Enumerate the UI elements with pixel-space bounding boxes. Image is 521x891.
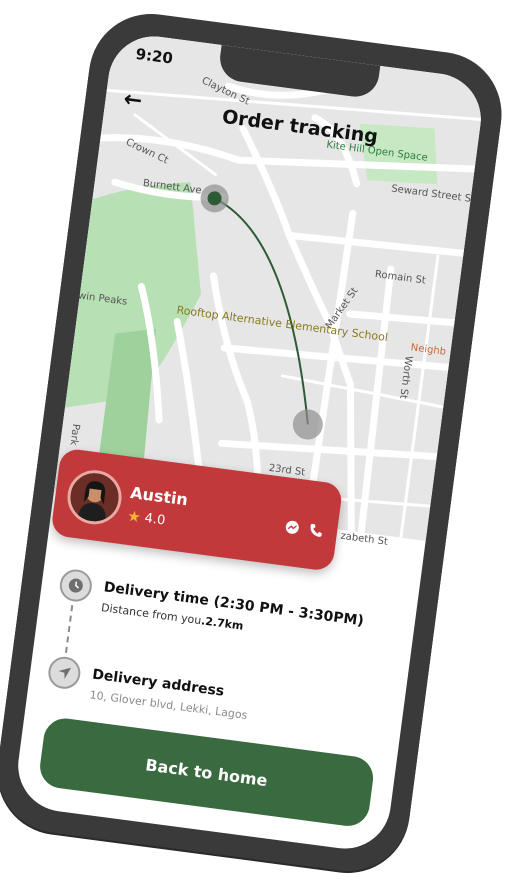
phone-frame: 9:20 ← Order tracking Clayton St Kite Hi…	[0, 6, 510, 879]
timeline-connector	[64, 605, 74, 653]
map-label-ks: ks	[58, 356, 71, 369]
delivery-address: 10, Glover blvd, Lekki, Lagos	[88, 688, 249, 722]
phone-icon[interactable]	[308, 523, 324, 543]
driver-name: Austin	[129, 482, 190, 510]
distance-value: .2.7km	[200, 614, 245, 633]
contact-actions	[284, 519, 324, 542]
clock-icon	[57, 567, 94, 604]
driver-rating: ★ 4.0	[126, 507, 166, 530]
driver-avatar	[64, 466, 125, 528]
navigation-icon	[46, 654, 83, 691]
screen: 9:20 ← Order tracking Clayton St Kite Hi…	[12, 30, 487, 855]
star-icon: ★	[126, 506, 142, 527]
rating-value: 4.0	[143, 510, 167, 529]
messenger-icon[interactable]	[284, 519, 300, 539]
back-arrow-icon[interactable]: ←	[122, 87, 144, 114]
